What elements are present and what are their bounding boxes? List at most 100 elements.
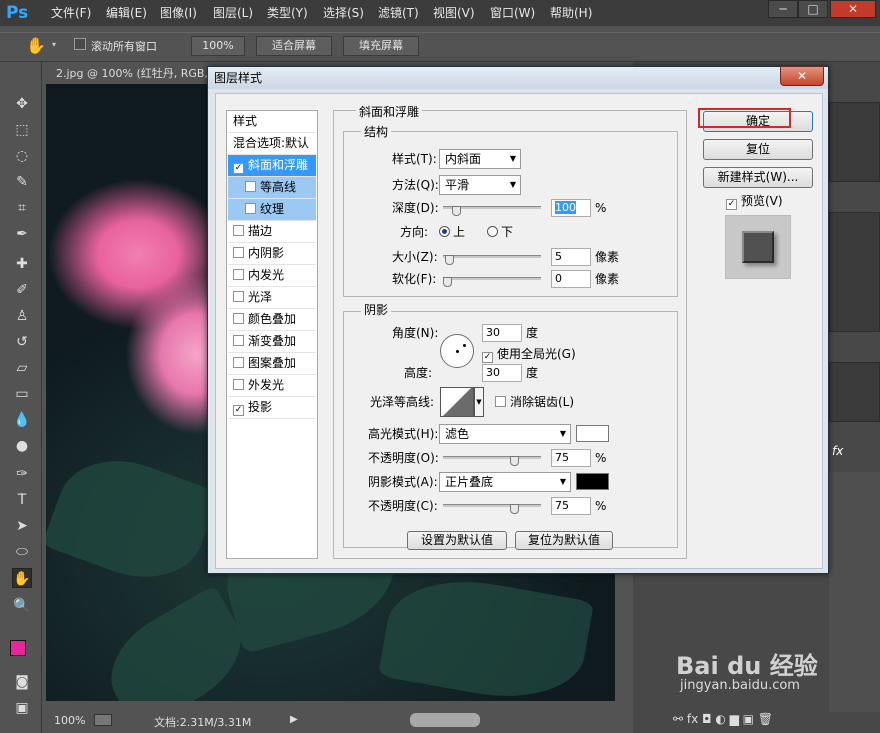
healing-brush-tool-icon[interactable]: ✚ bbox=[12, 254, 32, 274]
menu-type[interactable]: 类型(Y) bbox=[267, 0, 308, 26]
document-tab[interactable]: 2.jpg @ 100% (红牡丹, RGB, bbox=[46, 64, 216, 84]
style-checkbox[interactable] bbox=[233, 379, 244, 390]
soften-input[interactable]: 0 bbox=[551, 270, 591, 288]
ellipse-tool-icon[interactable]: ⬭ bbox=[12, 542, 32, 562]
gradient-tool-icon[interactable]: ▭ bbox=[12, 384, 32, 404]
global-light-checkbox[interactable]: ✓ 使用全局光(G) bbox=[482, 346, 576, 363]
eraser-tool-icon[interactable]: ▱ bbox=[12, 358, 32, 378]
shadow-opacity-input[interactable]: 75 bbox=[551, 497, 591, 515]
style-item-color-overlay[interactable]: 颜色叠加 bbox=[228, 309, 316, 331]
technique-dropdown[interactable]: 平滑 ▼ bbox=[439, 175, 521, 195]
crop-tool-icon[interactable]: ⌗ bbox=[12, 198, 32, 218]
path-select-tool-icon[interactable]: ➤ bbox=[12, 516, 32, 536]
blur-tool-icon[interactable]: 💧 bbox=[12, 410, 32, 430]
style-checkbox[interactable] bbox=[233, 247, 244, 258]
foreground-color-swatch[interactable] bbox=[10, 640, 26, 656]
style-checkbox[interactable] bbox=[245, 203, 256, 214]
style-item-stroke[interactable]: 描边 bbox=[228, 221, 316, 243]
soften-slider-thumb[interactable] bbox=[443, 277, 452, 287]
history-brush-tool-icon[interactable]: ↺ bbox=[12, 332, 32, 352]
lasso-tool-icon[interactable]: ◌ bbox=[12, 146, 32, 166]
chevron-down-icon[interactable]: ▼ bbox=[474, 387, 484, 417]
menu-view[interactable]: 视图(V) bbox=[433, 0, 475, 26]
tool-preset-dropdown-icon[interactable]: ▾ bbox=[52, 40, 56, 49]
make-default-button[interactable]: 设置为默认值 bbox=[407, 531, 507, 550]
clone-stamp-tool-icon[interactable]: ♙ bbox=[12, 306, 32, 326]
new-style-button[interactable]: 新建样式(W)... bbox=[703, 167, 813, 188]
status-menu-arrow-icon[interactable]: ▶ bbox=[290, 714, 298, 725]
hand-tool-active-icon[interactable]: ✋ bbox=[12, 568, 32, 588]
style-item-bevel-emboss[interactable]: ✓ 斜面和浮雕 bbox=[228, 155, 316, 177]
style-checkbox[interactable] bbox=[233, 357, 244, 368]
preview-checkbox[interactable]: ✓ 预览(V) bbox=[726, 193, 783, 210]
depth-slider[interactable] bbox=[443, 206, 541, 216]
direction-up-radio[interactable]: 上 bbox=[439, 224, 465, 240]
close-window-button[interactable]: ✕ bbox=[830, 0, 876, 18]
style-item-texture[interactable]: 纹理 bbox=[228, 199, 316, 221]
reset-default-button[interactable]: 复位为默认值 bbox=[515, 531, 613, 550]
style-item-outer-glow[interactable]: 外发光 bbox=[228, 375, 316, 397]
bevel-style-dropdown[interactable]: 内斜面 ▼ bbox=[439, 149, 521, 169]
quick-select-tool-icon[interactable]: ✎ bbox=[12, 172, 32, 192]
marquee-tool-icon[interactable]: ⬚ bbox=[12, 120, 32, 140]
highlight-mode-dropdown[interactable]: 滤色 ▼ bbox=[439, 424, 571, 444]
altitude-input[interactable]: 30 bbox=[482, 364, 522, 382]
layers-list[interactable] bbox=[829, 472, 880, 712]
depth-slider-thumb[interactable] bbox=[451, 206, 461, 216]
style-checkbox[interactable] bbox=[233, 335, 244, 346]
pen-tool-icon[interactable]: ✑ bbox=[12, 464, 32, 484]
size-slider-thumb[interactable] bbox=[444, 255, 454, 265]
highlight-opacity-slider[interactable] bbox=[443, 456, 541, 466]
depth-input[interactable]: 100 bbox=[551, 199, 591, 217]
size-slider[interactable] bbox=[443, 255, 541, 265]
style-item-gradient-overlay[interactable]: 渐变叠加 bbox=[228, 331, 316, 353]
restore-button[interactable]: □ bbox=[798, 0, 828, 18]
layers-footer-icons[interactable]: ⚯ fx ◘ ◐ ▆ ▣ 🗑 bbox=[673, 712, 873, 732]
style-item-inner-shadow[interactable]: 内阴影 bbox=[228, 243, 316, 265]
menu-filter[interactable]: 滤镜(T) bbox=[378, 0, 419, 26]
highlight-color-swatch[interactable] bbox=[576, 425, 609, 442]
style-checkbox[interactable]: ✓ bbox=[233, 405, 244, 416]
menu-image[interactable]: 图像(I) bbox=[160, 0, 197, 26]
fit-screen-button[interactable]: 适合屏幕 bbox=[256, 36, 332, 56]
style-checkbox[interactable] bbox=[233, 269, 244, 280]
dodge-tool-icon[interactable]: ● bbox=[12, 436, 32, 456]
style-checkbox[interactable] bbox=[245, 181, 256, 192]
screen-mode-icon[interactable]: ▣ bbox=[12, 698, 32, 718]
style-checkbox[interactable] bbox=[233, 225, 244, 236]
zoom-readout[interactable]: 100% bbox=[54, 714, 85, 727]
color-panel[interactable] bbox=[829, 102, 880, 182]
angle-input[interactable]: 30 bbox=[482, 324, 522, 342]
menu-help[interactable]: 帮助(H) bbox=[550, 0, 592, 26]
soften-slider[interactable] bbox=[443, 277, 541, 287]
blend-options-item[interactable]: 混合选项:默认 bbox=[228, 133, 316, 155]
minimize-button[interactable]: ─ bbox=[768, 0, 798, 18]
scroll-all-checkbox[interactable] bbox=[74, 38, 86, 50]
zoom-100-button[interactable]: 100% bbox=[191, 36, 245, 56]
dialog-close-button[interactable]: ✕ bbox=[780, 66, 824, 86]
style-checkbox[interactable]: ✓ bbox=[233, 163, 244, 174]
layers-panel-controls[interactable] bbox=[829, 362, 880, 422]
gloss-contour-picker[interactable] bbox=[440, 387, 474, 417]
styles-header[interactable]: 样式 bbox=[228, 111, 316, 133]
menu-edit[interactable]: 编辑(E) bbox=[106, 0, 147, 26]
menu-file[interactable]: 文件(F) bbox=[51, 0, 91, 26]
shadow-opacity-slider[interactable] bbox=[443, 504, 541, 514]
angle-dial[interactable] bbox=[440, 334, 474, 368]
menu-layer[interactable]: 图层(L) bbox=[213, 0, 253, 26]
type-tool-icon[interactable]: T bbox=[12, 490, 32, 510]
shadow-color-swatch[interactable] bbox=[576, 473, 609, 490]
size-input[interactable]: 5 bbox=[551, 248, 591, 266]
highlight-opacity-input[interactable]: 75 bbox=[551, 449, 591, 467]
highlight-opacity-thumb[interactable] bbox=[509, 456, 519, 466]
quick-mask-icon[interactable]: ◙ bbox=[12, 672, 32, 692]
fill-screen-button[interactable]: 填充屏幕 bbox=[343, 36, 419, 56]
style-item-pattern-overlay[interactable]: 图案叠加 bbox=[228, 353, 316, 375]
style-checkbox[interactable] bbox=[233, 313, 244, 324]
menu-select[interactable]: 选择(S) bbox=[323, 0, 364, 26]
eyedropper-tool-icon[interactable]: ✒ bbox=[12, 224, 32, 244]
horizontal-scrollbar-thumb[interactable] bbox=[410, 713, 480, 727]
shadow-opacity-thumb[interactable] bbox=[509, 504, 519, 514]
move-tool-icon[interactable]: ✥ bbox=[12, 94, 32, 114]
antialias-checkbox[interactable]: 消除锯齿(L) bbox=[495, 394, 574, 410]
